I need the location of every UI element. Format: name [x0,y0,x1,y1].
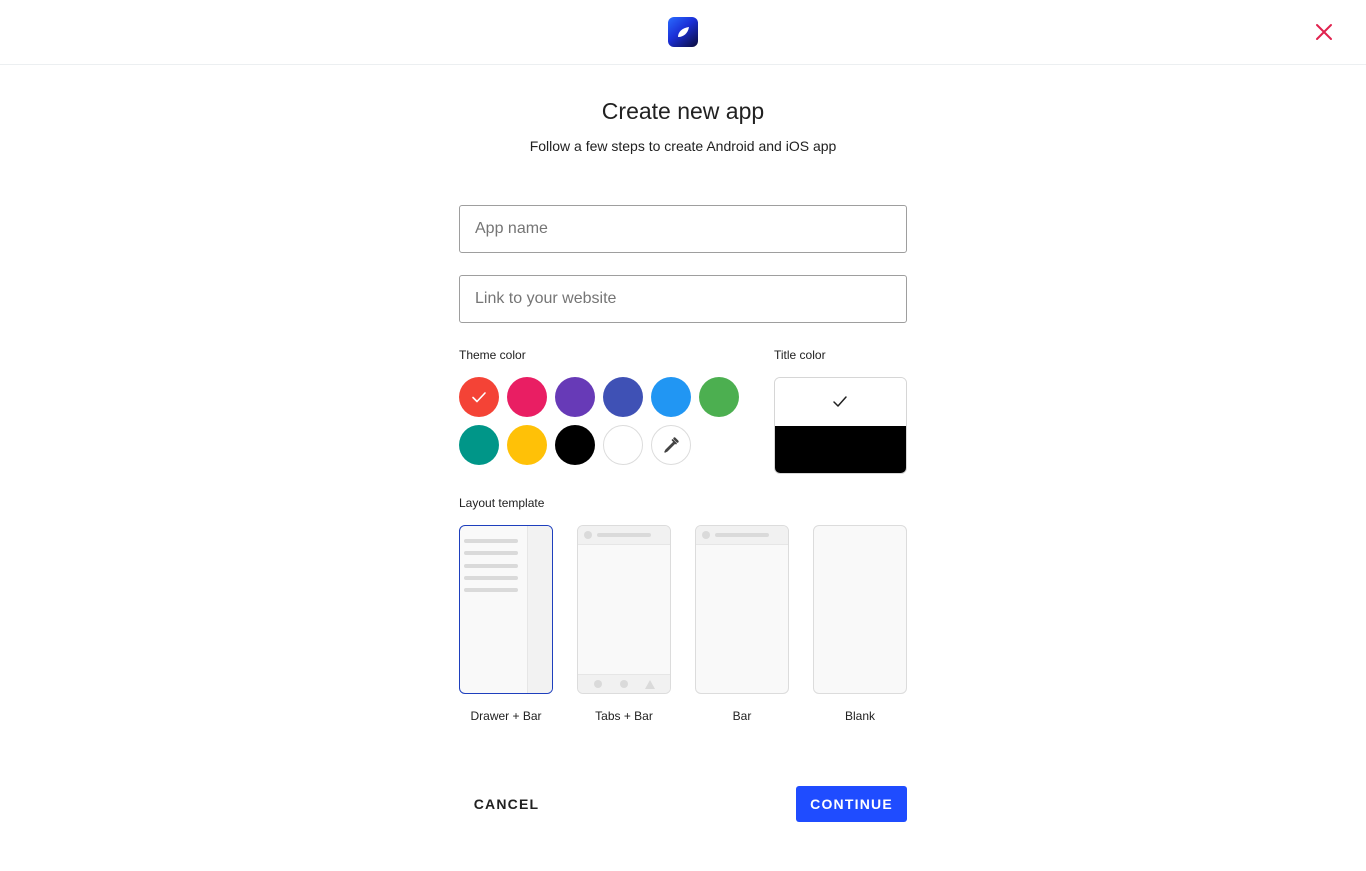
title-color-black-option[interactable] [775,426,906,473]
close-button[interactable] [1312,20,1336,44]
page-subtitle: Follow a few steps to create Android and… [529,138,837,154]
page-title: Create new app [601,98,765,124]
title-color-label: Title color [774,348,826,362]
preview-line [715,533,769,537]
theme-swatch-pink[interactable] [507,377,547,417]
preview-dot [620,680,628,688]
template-bar[interactable] [695,525,789,694]
top-bar [0,0,1366,65]
theme-swatch-indigo[interactable] [603,377,643,417]
template-drawer-bar[interactable] [459,525,553,694]
preview-line [464,539,518,543]
continue-button[interactable]: CONTINUE [796,786,907,822]
preview-line [464,564,518,568]
custom-color-picker-button[interactable] [651,425,691,465]
app-name-input[interactable] [460,206,906,252]
template-blank[interactable] [813,525,907,694]
theme-swatch-black[interactable] [555,425,595,465]
check-icon [472,392,486,403]
check-icon [833,396,847,407]
triangle-icon [645,680,655,689]
theme-color-label: Theme color [459,348,526,362]
template-tabs-bar[interactable] [577,525,671,694]
app-name-field[interactable] [459,205,907,253]
template-label-bar: Bar [732,709,752,723]
title-color-white-option[interactable] [775,378,906,426]
theme-swatch-amber[interactable] [507,425,547,465]
app-logo-icon [668,17,698,47]
template-label-drawer-bar: Drawer + Bar [470,709,542,723]
preview-line [464,551,518,555]
theme-swatch-white[interactable] [603,425,643,465]
preview-dot [594,680,602,688]
theme-swatch-green[interactable] [699,377,739,417]
title-color-selector [774,377,907,474]
theme-swatch-purple[interactable] [555,377,595,417]
theme-swatch-blue[interactable] [651,377,691,417]
drawer-panel-preview [527,526,552,693]
preview-dot [702,531,710,539]
template-label-tabs-bar: Tabs + Bar [595,709,653,723]
website-link-input[interactable] [460,276,906,322]
eyedropper-icon [664,437,679,453]
preview-line [597,533,651,537]
layout-template-label: Layout template [459,496,545,510]
cancel-button[interactable]: CANCEL [459,786,554,821]
preview-dot [584,531,592,539]
theme-swatch-teal[interactable] [459,425,499,465]
website-link-field[interactable] [459,275,907,323]
template-label-blank: Blank [844,709,876,723]
preview-line [464,588,518,592]
theme-swatch-red[interactable] [459,377,499,417]
preview-line [464,576,518,580]
close-icon [1316,24,1332,40]
